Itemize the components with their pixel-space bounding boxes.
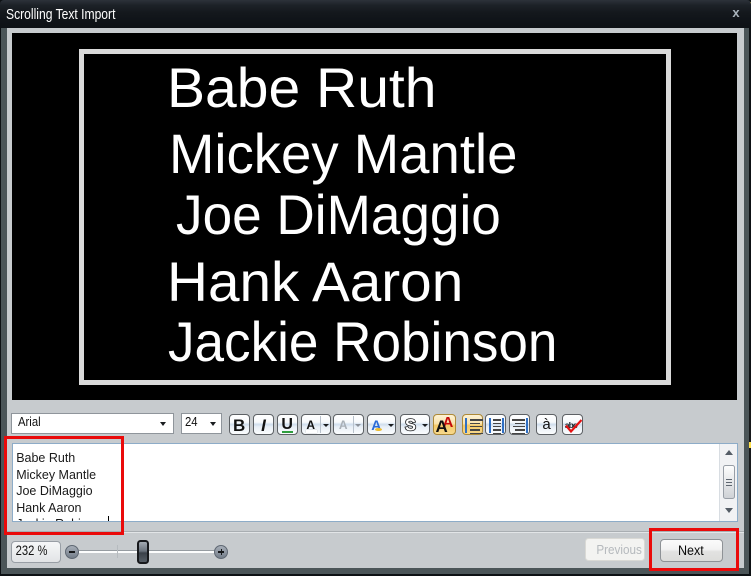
svg-text:S: S — [404, 417, 415, 435]
